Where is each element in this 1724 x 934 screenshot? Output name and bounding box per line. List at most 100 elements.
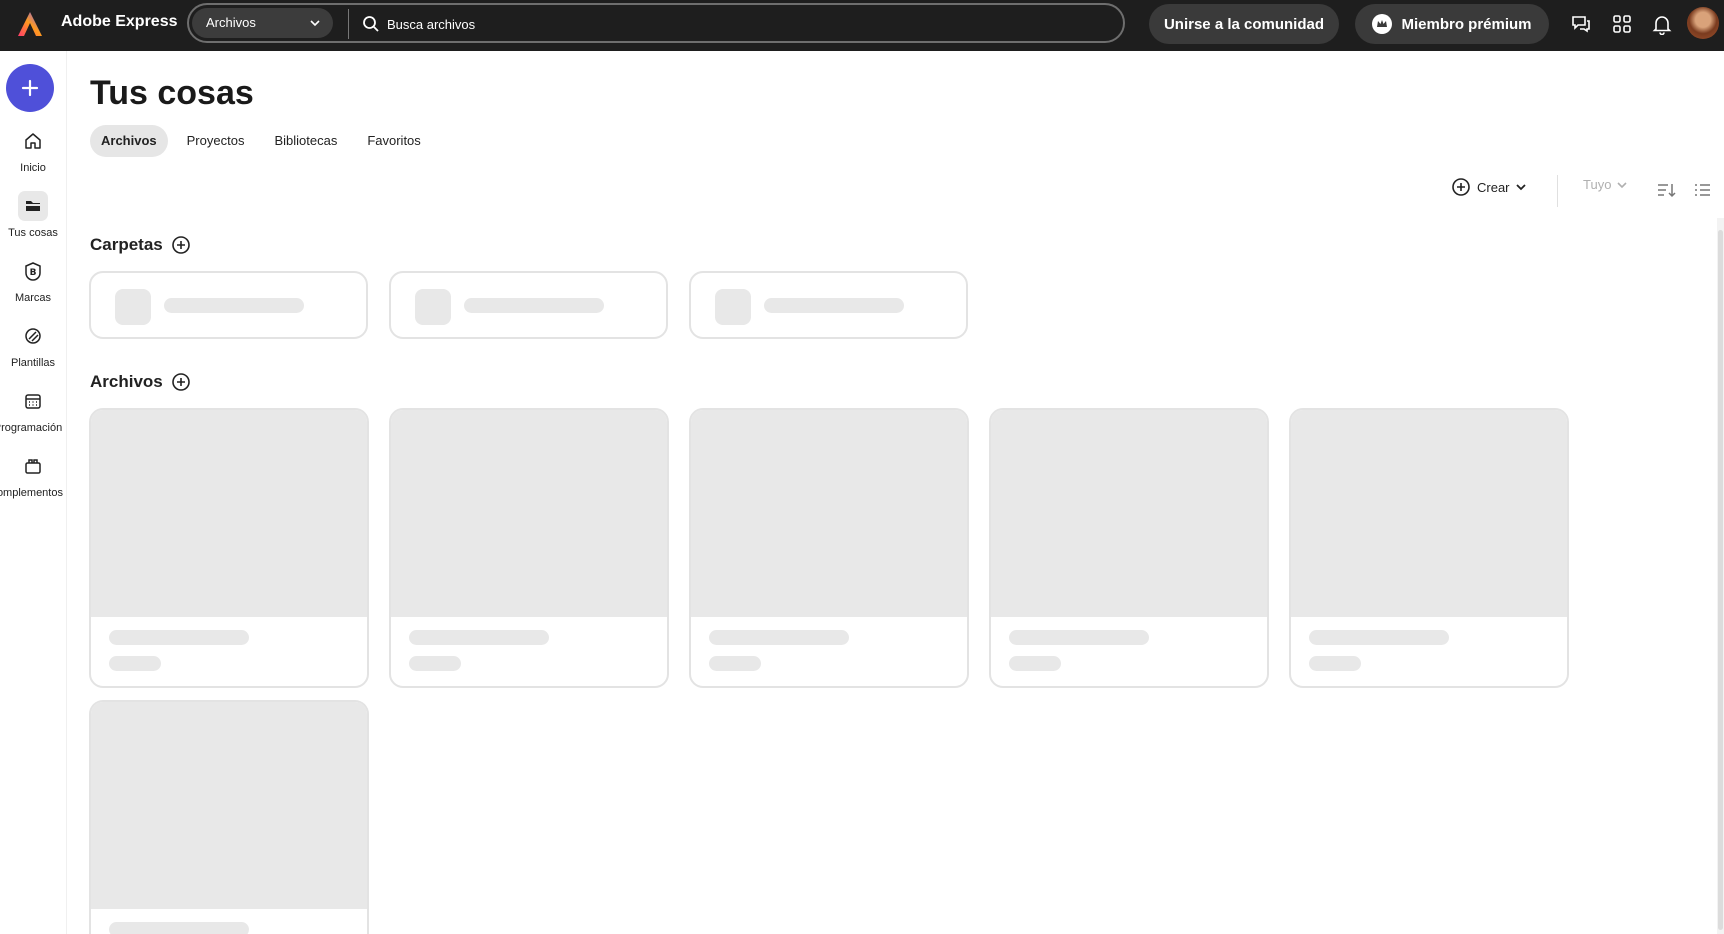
skeleton-block bbox=[115, 289, 151, 325]
files-section-title: Archivos bbox=[90, 372, 163, 391]
owner-filter-dropdown[interactable]: Tuyo bbox=[1583, 177, 1628, 192]
join-community-button[interactable]: Unirse a la comunidad bbox=[1149, 4, 1339, 44]
file-card-placeholder[interactable] bbox=[689, 408, 969, 688]
file-card-placeholder[interactable] bbox=[89, 700, 369, 934]
chevron-down-icon bbox=[310, 20, 320, 27]
sidebar-item-label: Marcas bbox=[14, 292, 52, 304]
create-new-button[interactable] bbox=[6, 64, 54, 112]
sidebar-item-label: Complementos bbox=[0, 487, 63, 499]
sidebar-item-your-stuff[interactable]: Tus cosas bbox=[0, 191, 66, 239]
search-input[interactable] bbox=[387, 11, 887, 37]
folder-icon bbox=[26, 201, 40, 211]
addons-icon bbox=[25, 459, 41, 474]
tab-files[interactable]: Archivos bbox=[90, 125, 168, 157]
tab-bar: Archivos Proyectos Bibliotecas Favoritos bbox=[90, 125, 440, 157]
brand-icon: B bbox=[25, 262, 41, 281]
skeleton-line bbox=[1009, 630, 1149, 645]
sidebar-item-addons[interactable]: Complementos bbox=[0, 451, 66, 499]
skeleton-thumbnail bbox=[691, 410, 967, 617]
bell-icon[interactable] bbox=[1651, 13, 1673, 35]
skeleton-thumbnail bbox=[991, 410, 1267, 617]
list-view-icon[interactable] bbox=[1692, 180, 1712, 200]
left-rail: Inicio Tus cosas B Marcas Plantillas Pro… bbox=[0, 51, 66, 934]
skeleton-thumbnail bbox=[91, 702, 367, 909]
apps-grid-icon[interactable] bbox=[1611, 13, 1633, 35]
premium-member-label: Miembro prémium bbox=[1401, 15, 1532, 33]
sidebar-item-label: Programación bbox=[0, 422, 63, 434]
sidebar-item-label: Plantillas bbox=[10, 357, 56, 369]
sidebar-item-home[interactable]: Inicio bbox=[0, 126, 66, 174]
crown-icon bbox=[1372, 14, 1393, 34]
skeleton-line bbox=[464, 298, 604, 313]
tab-projects[interactable]: Proyectos bbox=[176, 125, 256, 157]
file-card-placeholder[interactable] bbox=[389, 408, 669, 688]
user-avatar[interactable] bbox=[1687, 7, 1719, 39]
skeleton-line bbox=[709, 656, 761, 671]
folder-card-placeholder[interactable] bbox=[89, 271, 368, 339]
folders-section-title: Carpetas bbox=[90, 235, 163, 254]
add-file-icon[interactable] bbox=[171, 372, 191, 392]
skeleton-line bbox=[109, 922, 249, 934]
file-card-placeholder[interactable] bbox=[89, 408, 369, 688]
sidebar-item-templates[interactable]: Plantillas bbox=[0, 321, 66, 369]
adobe-express-logo-icon[interactable] bbox=[17, 11, 43, 37]
skeleton-line bbox=[709, 630, 849, 645]
skeleton-line bbox=[409, 656, 461, 671]
top-bar: Adobe Express Archivos Unirse a la comun… bbox=[0, 0, 1724, 51]
page-title: Tus cosas bbox=[90, 74, 254, 112]
plus-icon bbox=[21, 79, 39, 97]
sidebar-item-label: Tus cosas bbox=[8, 227, 58, 239]
sidebar-item-schedule[interactable]: Programación bbox=[0, 386, 66, 434]
calendar-icon bbox=[25, 394, 41, 409]
skeleton-line bbox=[109, 656, 161, 671]
sidebar-item-brands[interactable]: B Marcas bbox=[0, 256, 66, 304]
search-icon bbox=[363, 16, 379, 32]
skeleton-line bbox=[764, 298, 904, 313]
file-card-placeholder[interactable] bbox=[989, 408, 1269, 688]
skeleton-thumbnail bbox=[391, 410, 667, 617]
sidebar-item-label: Inicio bbox=[20, 162, 46, 174]
tab-favorites[interactable]: Favoritos bbox=[356, 125, 431, 157]
rail-icon-box: B bbox=[18, 256, 48, 286]
folders-section-header: Carpetas bbox=[90, 235, 191, 255]
rail-icon-box-active bbox=[18, 191, 48, 221]
tab-libraries[interactable]: Bibliotecas bbox=[263, 125, 348, 157]
search-bar: Archivos bbox=[187, 3, 1125, 43]
skeleton-thumbnail bbox=[1291, 410, 1567, 617]
skeleton-line bbox=[1309, 630, 1449, 645]
scrollbar[interactable] bbox=[1717, 218, 1724, 934]
skeleton-line bbox=[109, 630, 249, 645]
files-section-header: Archivos bbox=[90, 372, 191, 392]
chevron-down-icon bbox=[1515, 184, 1526, 191]
sort-icon[interactable] bbox=[1656, 180, 1676, 200]
skeleton-line bbox=[1009, 656, 1061, 671]
skeleton-line bbox=[164, 298, 304, 313]
rail-icon-box bbox=[18, 386, 48, 416]
skeleton-block bbox=[415, 289, 451, 325]
add-circle-icon bbox=[1452, 178, 1470, 196]
svg-text:B: B bbox=[30, 268, 37, 278]
chevron-down-icon bbox=[1617, 181, 1627, 188]
skeleton-line bbox=[1309, 656, 1361, 671]
search-scope-label: Archivos bbox=[206, 15, 256, 30]
home-icon bbox=[25, 133, 41, 149]
skeleton-block bbox=[715, 289, 751, 325]
search-scope-select[interactable]: Archivos bbox=[192, 8, 333, 38]
create-label: Crear bbox=[1477, 179, 1510, 195]
app-title[interactable]: Adobe Express bbox=[61, 13, 177, 31]
folder-card-placeholder[interactable] bbox=[689, 271, 968, 339]
toolbar-divider bbox=[1557, 175, 1558, 207]
rail-icon-box bbox=[18, 321, 48, 351]
search-divider bbox=[348, 9, 349, 39]
add-folder-icon[interactable] bbox=[171, 235, 191, 255]
templates-icon bbox=[25, 328, 41, 344]
skeleton-thumbnail bbox=[91, 410, 367, 617]
rail-icon-box bbox=[18, 126, 48, 156]
create-dropdown-button[interactable]: Crear bbox=[1451, 177, 1527, 197]
scrollbar-thumb[interactable] bbox=[1718, 230, 1723, 930]
chat-icon[interactable] bbox=[1570, 13, 1592, 35]
premium-member-button[interactable]: Miembro prémium bbox=[1355, 4, 1549, 44]
file-card-placeholder[interactable] bbox=[1289, 408, 1569, 688]
folder-card-placeholder[interactable] bbox=[389, 271, 668, 339]
skeleton-line bbox=[409, 630, 549, 645]
